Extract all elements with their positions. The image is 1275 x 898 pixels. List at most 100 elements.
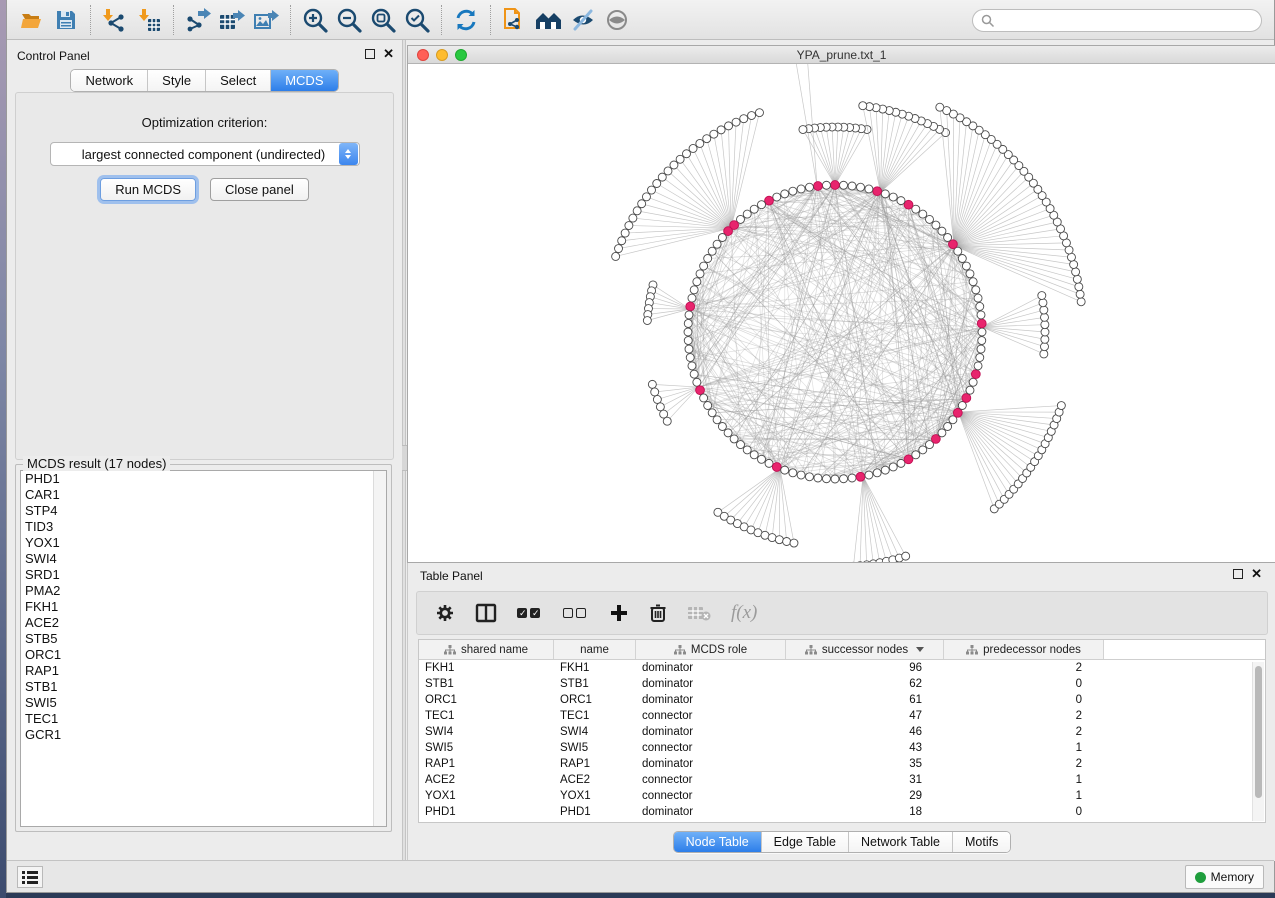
close-panel-button[interactable]: Close panel: [210, 178, 309, 201]
zoom-in-icon[interactable]: [298, 4, 332, 36]
panel-splitter[interactable]: [402, 40, 406, 861]
table-mode-gear-icon[interactable]: [435, 603, 455, 623]
mcds-result-item[interactable]: STB5: [21, 631, 386, 647]
tab-network-table[interactable]: Network Table: [848, 832, 952, 852]
table-row[interactable]: RAP1RAP1dominator352: [419, 756, 1265, 772]
table-cell[interactable]: PHD1: [419, 806, 554, 818]
delete-table-icon[interactable]: [687, 604, 711, 622]
table-cell[interactable]: SWI5: [419, 742, 554, 754]
table-cell[interactable]: connector: [636, 710, 786, 722]
share-document-icon[interactable]: [498, 4, 532, 36]
table-cell[interactable]: FKH1: [419, 662, 554, 674]
run-mcds-button[interactable]: Run MCDS: [100, 178, 196, 201]
table-cell[interactable]: RAP1: [419, 758, 554, 770]
mcds-result-item[interactable]: GCR1: [21, 727, 386, 743]
import-table-icon[interactable]: [132, 4, 166, 36]
optimization-criterion-select[interactable]: largest connected component (undirected): [50, 142, 360, 166]
mcds-list-scrollbar[interactable]: [373, 471, 386, 826]
zoom-fit-icon[interactable]: [366, 4, 400, 36]
delete-columns-icon[interactable]: [649, 603, 667, 623]
zoom-out-icon[interactable]: [332, 4, 366, 36]
table-row[interactable]: PHD1PHD1dominator180: [419, 804, 1265, 820]
mcds-result-item[interactable]: TID3: [21, 519, 386, 535]
table-cell[interactable]: 1: [944, 742, 1104, 754]
table-cell[interactable]: ACE2: [554, 774, 636, 786]
deselect-all-icon[interactable]: [563, 608, 589, 618]
table-cell[interactable]: 2: [944, 710, 1104, 722]
mcds-result-item[interactable]: SRD1: [21, 567, 386, 583]
mcds-result-item[interactable]: TEC1: [21, 711, 386, 727]
table-cell[interactable]: 62: [786, 678, 944, 690]
table-scrollbar-thumb[interactable]: [1255, 666, 1262, 798]
table-scrollbar[interactable]: [1252, 662, 1264, 821]
tab-edge-table[interactable]: Edge Table: [761, 832, 848, 852]
table-cell[interactable]: connector: [636, 790, 786, 802]
hide-details-icon[interactable]: [566, 4, 600, 36]
tab-mcds[interactable]: MCDS: [270, 70, 337, 91]
table-row[interactable]: SWI4SWI4dominator462: [419, 724, 1265, 740]
table-cell[interactable]: SWI5: [554, 742, 636, 754]
table-cell[interactable]: 46: [786, 726, 944, 738]
export-table-icon[interactable]: [215, 4, 249, 36]
table-cell[interactable]: YOX1: [419, 790, 554, 802]
column-header-MCDS-role[interactable]: MCDS role: [636, 640, 786, 659]
table-cell[interactable]: 61: [786, 694, 944, 706]
column-header-shared-name[interactable]: shared name: [419, 640, 554, 659]
show-columns-icon[interactable]: [475, 603, 497, 623]
table-cell[interactable]: 43: [786, 742, 944, 754]
tab-network[interactable]: Network: [71, 70, 147, 91]
table-cell[interactable]: 96: [786, 662, 944, 674]
import-network-icon[interactable]: [98, 4, 132, 36]
mcds-result-item[interactable]: PMA2: [21, 583, 386, 599]
table-cell[interactable]: RAP1: [554, 758, 636, 770]
table-cell[interactable]: YOX1: [554, 790, 636, 802]
export-image-icon[interactable]: [249, 4, 283, 36]
table-row[interactable]: STB1STB1dominator620: [419, 676, 1265, 692]
mcds-result-item[interactable]: SWI4: [21, 551, 386, 567]
table-cell[interactable]: dominator: [636, 694, 786, 706]
table-cell[interactable]: PHD1: [554, 806, 636, 818]
table-row[interactable]: TEC1TEC1connector472: [419, 708, 1265, 724]
home-pages-icon[interactable]: [532, 4, 566, 36]
table-cell[interactable]: FKH1: [554, 662, 636, 674]
table-cell[interactable]: dominator: [636, 806, 786, 818]
column-header-name[interactable]: name: [554, 640, 636, 659]
export-network-icon[interactable]: [181, 4, 215, 36]
tab-motifs[interactable]: Motifs: [952, 832, 1010, 852]
table-cell[interactable]: 2: [944, 758, 1104, 770]
mcds-result-item[interactable]: STB1: [21, 679, 386, 695]
table-cell[interactable]: dominator: [636, 662, 786, 674]
zoom-selected-icon[interactable]: [400, 4, 434, 36]
table-cell[interactable]: ORC1: [554, 694, 636, 706]
table-cell[interactable]: 1: [944, 774, 1104, 786]
mcds-result-item[interactable]: YOX1: [21, 535, 386, 551]
table-row[interactable]: FKH1FKH1dominator962: [419, 660, 1265, 676]
close-table-panel-icon[interactable]: ✕: [1251, 569, 1262, 579]
save-session-icon[interactable]: [49, 4, 83, 36]
select-all-icon[interactable]: [517, 608, 543, 618]
network-window-titlebar[interactable]: YPA_prune.txt_1: [408, 46, 1275, 64]
table-cell[interactable]: ACE2: [419, 774, 554, 786]
table-cell[interactable]: 29: [786, 790, 944, 802]
table-cell[interactable]: dominator: [636, 726, 786, 738]
task-history-button[interactable]: [17, 866, 43, 888]
table-cell[interactable]: SWI4: [419, 726, 554, 738]
table-cell[interactable]: dominator: [636, 758, 786, 770]
table-cell[interactable]: SWI4: [554, 726, 636, 738]
table-cell[interactable]: 2: [944, 726, 1104, 738]
table-cell[interactable]: connector: [636, 774, 786, 786]
table-cell[interactable]: 35: [786, 758, 944, 770]
table-cell[interactable]: connector: [636, 742, 786, 754]
table-cell[interactable]: 18: [786, 806, 944, 818]
mcds-result-item[interactable]: PHD1: [21, 471, 386, 487]
network-canvas[interactable]: [408, 64, 1275, 562]
table-cell[interactable]: dominator: [636, 678, 786, 690]
table-cell[interactable]: 1: [944, 790, 1104, 802]
tab-select[interactable]: Select: [205, 70, 270, 91]
network-graph[interactable]: [408, 64, 1275, 562]
close-panel-icon[interactable]: ✕: [383, 49, 394, 59]
mcds-result-item[interactable]: ACE2: [21, 615, 386, 631]
table-cell[interactable]: STB1: [419, 678, 554, 690]
open-file-icon[interactable]: [15, 4, 49, 36]
global-search-box[interactable]: [972, 9, 1262, 32]
